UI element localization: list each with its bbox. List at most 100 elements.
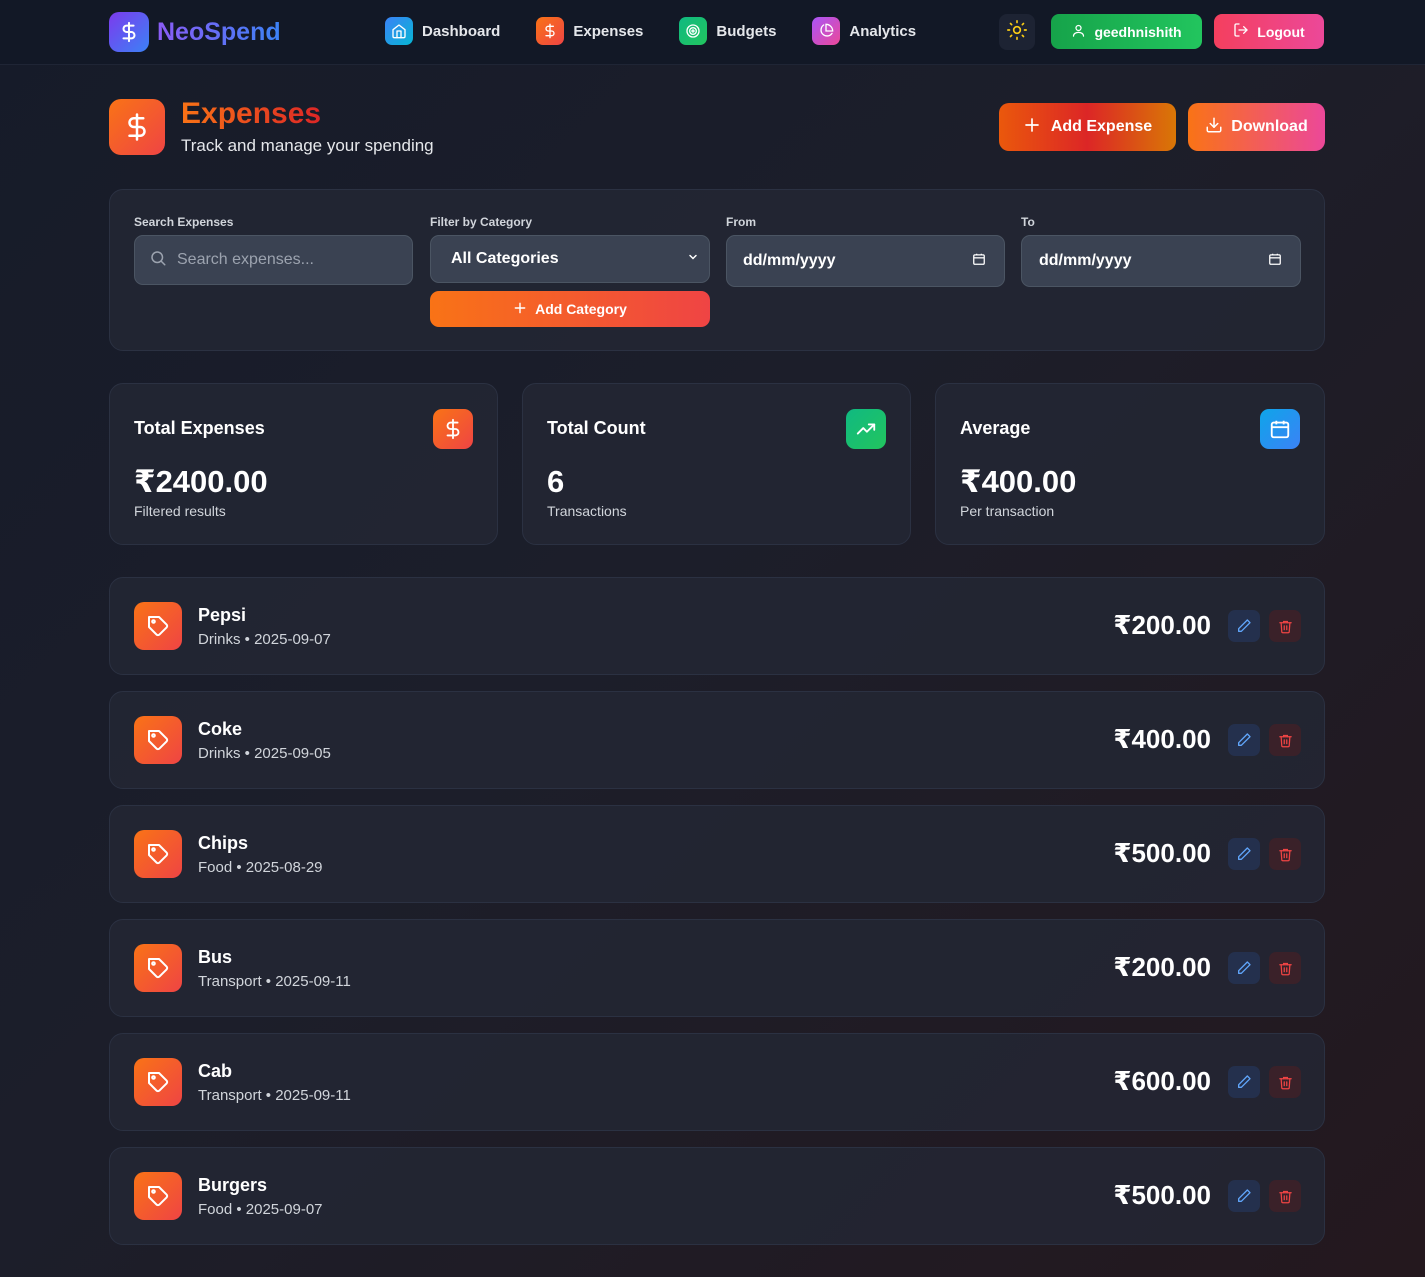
expense-row[interactable]: Chips Food • 2025-08-29 ₹500.00 xyxy=(109,805,1325,903)
stat-card-total-count: Total Count 6 Transactions xyxy=(522,383,911,545)
search-label: Search Expenses xyxy=(134,215,234,229)
expense-name: Bus xyxy=(198,947,233,967)
delete-button[interactable] xyxy=(1269,952,1301,984)
pencil-icon xyxy=(1238,1075,1251,1088)
stat-title: Total Expenses xyxy=(134,418,265,438)
nav-item-label: Dashboard xyxy=(422,22,501,40)
category-value: All Categories xyxy=(451,250,559,267)
page-dollar-icon xyxy=(109,99,165,155)
delete-button[interactable] xyxy=(1269,838,1301,870)
expense-row[interactable]: Coke Drinks • 2025-09-05 ₹400.00 xyxy=(109,691,1325,789)
trash-icon xyxy=(1278,734,1292,747)
plus-icon xyxy=(513,301,527,318)
tag-icon xyxy=(134,830,182,878)
nav-item-budgets[interactable]: Budgets xyxy=(679,17,776,45)
stat-title: Average xyxy=(960,418,1031,438)
tag-icon xyxy=(134,1172,182,1220)
edit-button[interactable] xyxy=(1228,952,1260,984)
from-date-input[interactable]: dd/mm/yyyy xyxy=(726,235,1005,287)
stat-card-total-expenses: Total Expenses ₹2400.00 Filtered results xyxy=(109,383,498,545)
delete-button[interactable] xyxy=(1269,1180,1301,1212)
stat-title: Total Count xyxy=(547,418,646,438)
expense-amount: ₹500.00 xyxy=(1113,838,1211,868)
download-label: Download xyxy=(1231,118,1308,135)
nav-links: Dashboard Expenses Budgets Analytics xyxy=(385,17,916,45)
target-icon xyxy=(679,17,708,45)
expense-name: Pepsi xyxy=(198,605,247,625)
page-title: Expenses xyxy=(181,97,322,130)
expense-amount: ₹500.00 xyxy=(1113,1180,1211,1210)
expense-meta: Drinks • 2025-09-05 xyxy=(198,745,331,762)
tag-icon xyxy=(134,1058,182,1106)
nav-item-label: Expenses xyxy=(573,22,644,40)
delete-button[interactable] xyxy=(1269,724,1301,756)
expense-meta: Drinks • 2025-09-07 xyxy=(198,631,331,648)
expense-name: Cab xyxy=(198,1061,233,1081)
pencil-icon xyxy=(1238,847,1251,860)
add-category-button[interactable]: Add Category xyxy=(430,291,710,327)
edit-button[interactable] xyxy=(1228,1180,1260,1212)
expense-name: Chips xyxy=(198,833,249,853)
stat-value: ₹2400.00 xyxy=(134,464,268,499)
download-button[interactable]: Download xyxy=(1188,103,1325,151)
expense-row[interactable]: Cab Transport • 2025-09-11 ₹600.00 xyxy=(109,1033,1325,1131)
delete-button[interactable] xyxy=(1269,610,1301,642)
edit-button[interactable] xyxy=(1228,724,1260,756)
expense-amount: ₹200.00 xyxy=(1113,610,1211,640)
expense-row[interactable]: Pepsi Drinks • 2025-09-07 ₹200.00 xyxy=(109,577,1325,675)
trash-icon xyxy=(1278,620,1292,633)
expense-row[interactable]: Bus Transport • 2025-09-11 ₹200.00 xyxy=(109,919,1325,1017)
pencil-icon xyxy=(1238,619,1251,632)
pie-chart-icon xyxy=(812,17,841,45)
dollar-icon xyxy=(536,17,565,45)
expense-amount: ₹400.00 xyxy=(1113,724,1211,754)
expense-meta: Transport • 2025-09-11 xyxy=(198,973,351,990)
sun-icon xyxy=(1007,19,1027,45)
add-category-label: Add Category xyxy=(535,301,627,317)
delete-button[interactable] xyxy=(1269,1066,1301,1098)
expense-row[interactable]: Burgers Food • 2025-09-07 ₹500.00 xyxy=(109,1147,1325,1245)
stat-value: ₹400.00 xyxy=(960,464,1077,499)
trash-icon xyxy=(1278,848,1292,861)
stat-subtitle: Filtered results xyxy=(134,503,226,519)
edit-button[interactable] xyxy=(1228,610,1260,642)
nav-item-dashboard[interactable]: Dashboard xyxy=(385,17,500,45)
stat-value: 6 xyxy=(547,464,565,499)
search-icon xyxy=(149,249,167,272)
brand[interactable]: NeoSpend xyxy=(109,12,281,52)
home-icon xyxy=(385,17,413,45)
to-date-value: dd/mm/yyyy xyxy=(1039,252,1132,269)
nav-item-analytics[interactable]: Analytics xyxy=(812,17,916,45)
nav-item-label: Analytics xyxy=(849,22,917,40)
to-date-input[interactable]: dd/mm/yyyy xyxy=(1021,235,1301,287)
chevron-down-icon xyxy=(687,250,699,268)
download-icon xyxy=(1205,116,1223,139)
brand-name: NeoSpend xyxy=(157,17,281,46)
to-label: To xyxy=(1021,215,1035,229)
theme-toggle-button[interactable] xyxy=(999,14,1035,50)
category-select[interactable]: All Categories xyxy=(430,235,710,283)
from-date-value: dd/mm/yyyy xyxy=(743,252,836,269)
dollar-icon xyxy=(433,409,473,449)
logout-label: Logout xyxy=(1257,23,1305,40)
calendar-icon[interactable] xyxy=(1268,252,1282,271)
search-placeholder: Search expenses... xyxy=(177,251,314,268)
logout-button[interactable]: Logout xyxy=(1214,14,1324,49)
expense-meta: Transport • 2025-09-11 xyxy=(198,1087,351,1104)
brand-dollar-icon xyxy=(109,12,149,52)
stat-subtitle: Transactions xyxy=(547,503,627,519)
expense-name: Coke xyxy=(198,719,243,739)
stat-subtitle: Per transaction xyxy=(960,503,1055,519)
nav-item-expenses[interactable]: Expenses xyxy=(536,17,643,45)
edit-button[interactable] xyxy=(1228,1066,1260,1098)
edit-button[interactable] xyxy=(1228,838,1260,870)
pencil-icon xyxy=(1238,733,1251,746)
calendar-icon[interactable] xyxy=(972,252,986,271)
category-label: Filter by Category xyxy=(430,215,533,229)
calendar-icon xyxy=(1260,409,1300,449)
search-input[interactable]: Search expenses... xyxy=(134,235,413,285)
user-profile-button[interactable]: geedhnishith xyxy=(1051,14,1202,49)
add-expense-button[interactable]: Add Expense xyxy=(999,103,1176,151)
tag-icon xyxy=(134,716,182,764)
filter-panel: Search Expenses Search expenses... Filte… xyxy=(109,189,1325,351)
